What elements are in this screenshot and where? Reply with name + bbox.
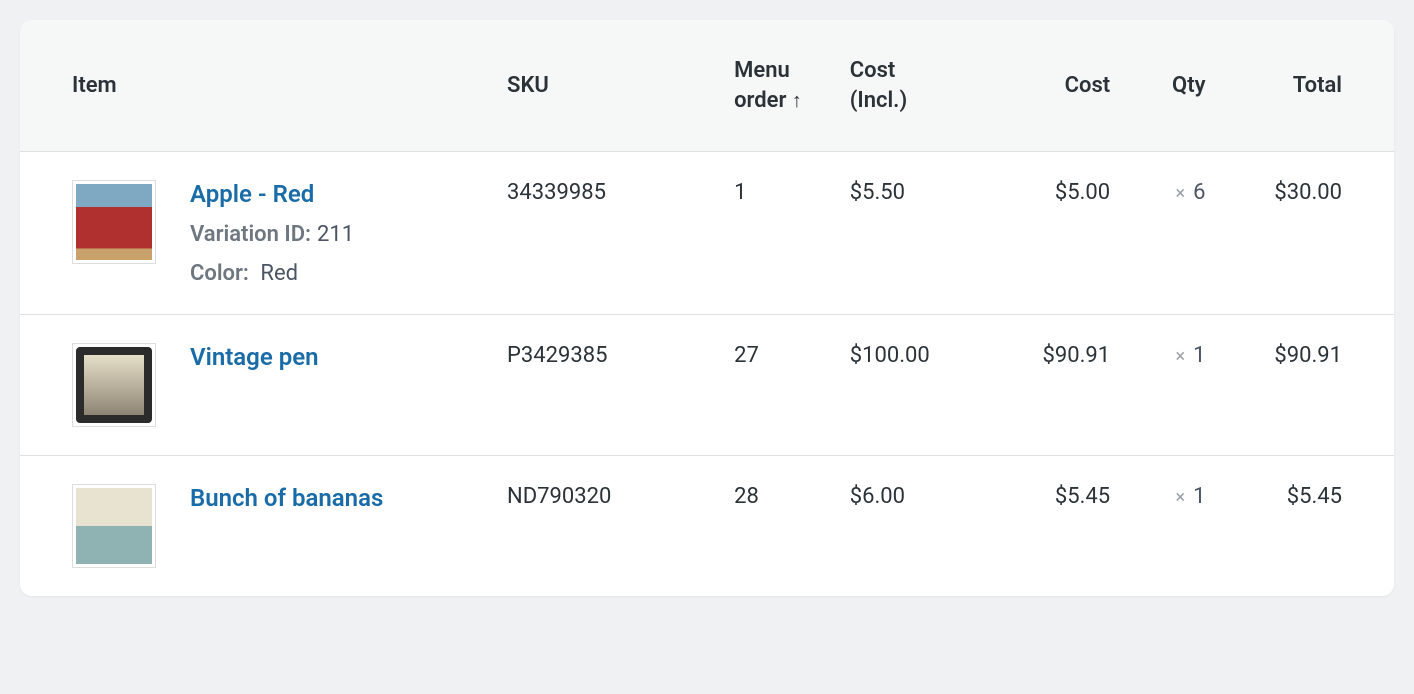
product-name-link[interactable]: Vintage pen [190,343,319,371]
cell-cost-incl: $5.50 [836,152,990,315]
cell-qty: ×1 [1124,456,1219,597]
cell-sku: P3429385 [493,315,720,456]
cell-cost: $5.45 [989,456,1124,597]
qty-value: 6 [1193,180,1205,205]
col-header-qty[interactable]: Qty [1124,20,1219,152]
col-header-total[interactable]: Total [1220,20,1394,152]
qty-multiply-icon: × [1176,183,1186,204]
cell-menu-order: 1 [720,152,836,315]
sort-ascending-icon: ↑ [792,88,802,112]
cell-menu-order: 27 [720,315,836,456]
cell-qty: ×6 [1124,152,1219,315]
product-thumbnail-image [76,184,152,260]
qty-multiply-icon: × [1176,346,1186,367]
item-text: Apple - Red Variation ID:211 Color: Red [190,180,354,286]
product-name-link[interactable]: Bunch of bananas [190,484,383,512]
cell-total: $30.00 [1220,152,1394,315]
product-name-link[interactable]: Apple - Red [190,180,354,208]
color-line: Color: Red [190,261,354,286]
cell-total: $5.45 [1220,456,1394,597]
col-header-cost-incl[interactable]: Cost (Incl.) [836,20,990,152]
color-label: Color: [190,261,249,286]
col-header-menu-order-line2: order [734,88,786,113]
cell-sku: ND790320 [493,456,720,597]
cell-item: Bunch of bananas [20,456,493,596]
cell-cost: $90.91 [989,315,1124,456]
cell-item: Apple - Red Variation ID:211 Color: Red [20,152,493,314]
col-header-cost-incl-line2: (Incl.) [850,88,907,113]
order-items-table: Item SKU Menu order ↑ Cost (Incl.) Cost … [20,20,1394,596]
order-items-panel: Item SKU Menu order ↑ Cost (Incl.) Cost … [20,20,1394,596]
col-header-sku[interactable]: SKU [493,20,720,152]
product-thumbnail-image [76,347,152,423]
variation-id-line: Variation ID:211 [190,222,354,247]
qty-value: 1 [1193,343,1205,368]
variation-id-label: Variation ID: [190,222,311,247]
col-header-item[interactable]: Item [20,20,493,152]
product-thumbnail-image [76,488,152,564]
cell-cost-incl: $6.00 [836,456,990,597]
table-row: Apple - Red Variation ID:211 Color: Red 343… [20,152,1394,315]
variation-id-value: 211 [317,222,354,247]
table-row: Bunch of bananasND79032028$6.00$5.45×1$5… [20,456,1394,597]
cell-cost: $5.00 [989,152,1124,315]
product-thumbnail[interactable] [72,484,156,568]
item-text: Vintage pen [190,343,319,371]
cell-menu-order: 28 [720,456,836,597]
cell-total: $90.91 [1220,315,1394,456]
table-row: Vintage penP342938527$100.00$90.91×1$90.… [20,315,1394,456]
cell-sku: 34339985 [493,152,720,315]
item-text: Bunch of bananas [190,484,383,512]
qty-value: 1 [1193,484,1205,509]
col-header-menu-order-line1: Menu [734,58,790,83]
qty-multiply-icon: × [1176,487,1186,508]
color-value: Red [260,261,298,286]
cell-cost-incl: $100.00 [836,315,990,456]
cell-item: Vintage pen [20,315,493,455]
col-header-cost[interactable]: Cost [989,20,1124,152]
product-thumbnail[interactable] [72,343,156,427]
col-header-cost-incl-line1: Cost [850,58,896,83]
cell-qty: ×1 [1124,315,1219,456]
product-thumbnail[interactable] [72,180,156,264]
col-header-menu-order[interactable]: Menu order ↑ [720,20,836,152]
